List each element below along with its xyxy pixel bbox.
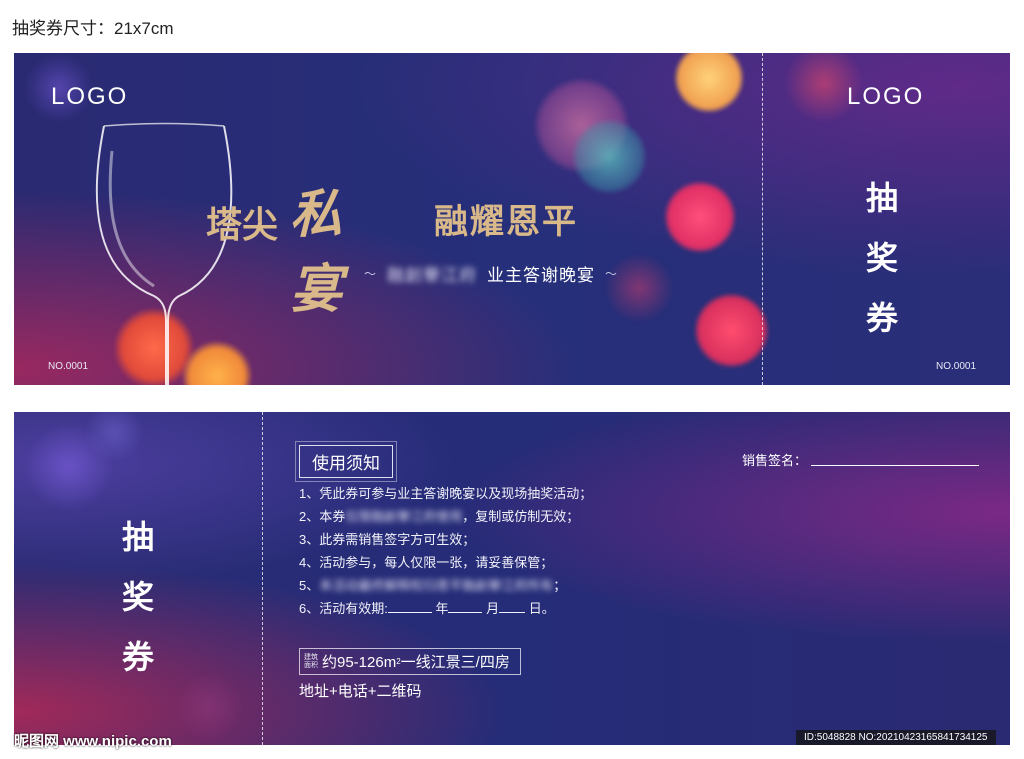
stub-char: 奖 bbox=[122, 578, 155, 616]
sign-label: 销售签名： bbox=[742, 453, 808, 468]
rule-item: 5、本活动最终解释权归恩平融創譽江府所有； bbox=[299, 578, 567, 593]
contact-info: 地址+电话+二维码 bbox=[299, 683, 422, 700]
stub-char: 券 bbox=[122, 638, 155, 676]
area-main: 约95-126m bbox=[322, 654, 397, 671]
logo-left: LOGO bbox=[51, 83, 129, 110]
perforation-line bbox=[762, 53, 763, 385]
swirl-ornament-right: 〜 bbox=[605, 267, 619, 281]
stub-char: 抽 bbox=[122, 518, 155, 556]
date-blank-year[interactable] bbox=[387, 600, 432, 613]
rule-item: 1、凭此券可参与业主答谢晚宴以及现场抽奖活动； bbox=[299, 486, 593, 501]
signature-line[interactable] bbox=[811, 453, 980, 466]
subtitle-text: 业主答谢晚宴 bbox=[487, 266, 596, 286]
stub-char: 抽 bbox=[866, 179, 899, 217]
rule-blurred-text: 本活动最终解释权归恩平融創譽江府所有 bbox=[319, 578, 554, 593]
area-label: 建筑面积 bbox=[304, 653, 318, 669]
subtitle-blurred: 融創譽江府 bbox=[387, 266, 478, 286]
title-part-1: 塔尖 bbox=[206, 204, 279, 246]
ticket-front: LOGO LOGO 塔尖 私宴 融耀恩平 〜 融創譽江府 业主答谢晚宴 〜 抽 … bbox=[14, 53, 1010, 385]
date-blank-month[interactable] bbox=[448, 600, 483, 613]
event-subtitle: 〜 融創譽江府 业主答谢晚宴 〜 bbox=[364, 261, 618, 286]
area-info: 建筑面积 约95-126m 2 一线江景三/四房 bbox=[299, 648, 521, 675]
notice-title: 使用须知 bbox=[295, 441, 397, 482]
bokeh-light bbox=[572, 119, 647, 194]
logo-right: LOGO bbox=[847, 83, 925, 110]
sales-signature: 销售签名： bbox=[742, 450, 980, 469]
rule-item: 4、活动参与，每人仅限一张，请妥善保管； bbox=[299, 555, 554, 570]
bokeh-light bbox=[174, 672, 244, 742]
stub-char: 券 bbox=[866, 299, 899, 337]
title-part-2: 私宴 bbox=[290, 184, 343, 320]
stub-title-front: 抽 奖 券 bbox=[866, 173, 898, 339]
wine-glass-icon bbox=[95, 122, 233, 385]
area-rest: 一线江景三/四房 bbox=[400, 654, 510, 671]
ticket-number-right: NO.0001 bbox=[936, 361, 977, 372]
stub-title-back: 抽 奖 券 bbox=[122, 512, 154, 678]
stub-char: 奖 bbox=[866, 239, 899, 277]
bokeh-light bbox=[694, 293, 769, 368]
watermark-right: ID:5048828 NO:20210423165841734125 bbox=[796, 730, 996, 745]
ticket-back: 抽 奖 券 使用须知 1、凭此券可参与业主答谢晚宴以及现场抽奖活动； 2、本券仅… bbox=[14, 412, 1010, 745]
size-note: 抽奖券尺寸：21x7cm bbox=[12, 19, 174, 38]
watermark-left: 昵图网 www.nipic.com bbox=[14, 733, 172, 750]
swirl-ornament-left: 〜 bbox=[364, 267, 378, 281]
perforation-line bbox=[262, 412, 263, 745]
rules-list: 1、凭此券可参与业主答谢晚宴以及现场抽奖活动； 2、本券仅限融創譽江府使用，复制… bbox=[299, 482, 592, 620]
ticket-number-left: NO.0001 bbox=[48, 361, 89, 372]
rule-item: 3、此券需销售签字方可生效； bbox=[299, 532, 476, 547]
bokeh-light bbox=[674, 53, 744, 113]
date-blank-day[interactable] bbox=[499, 600, 526, 613]
rule-blurred-text: 仅限融創譽江府使用 bbox=[345, 509, 463, 524]
rule-item: 2、本券仅限融創譽江府使用，复制或仿制无效； bbox=[299, 509, 580, 524]
title-part-3: 融耀恩平 bbox=[434, 202, 578, 242]
rule-item: 6、活动有效期: 年 月 日。 bbox=[299, 600, 555, 616]
bokeh-light bbox=[664, 181, 736, 253]
